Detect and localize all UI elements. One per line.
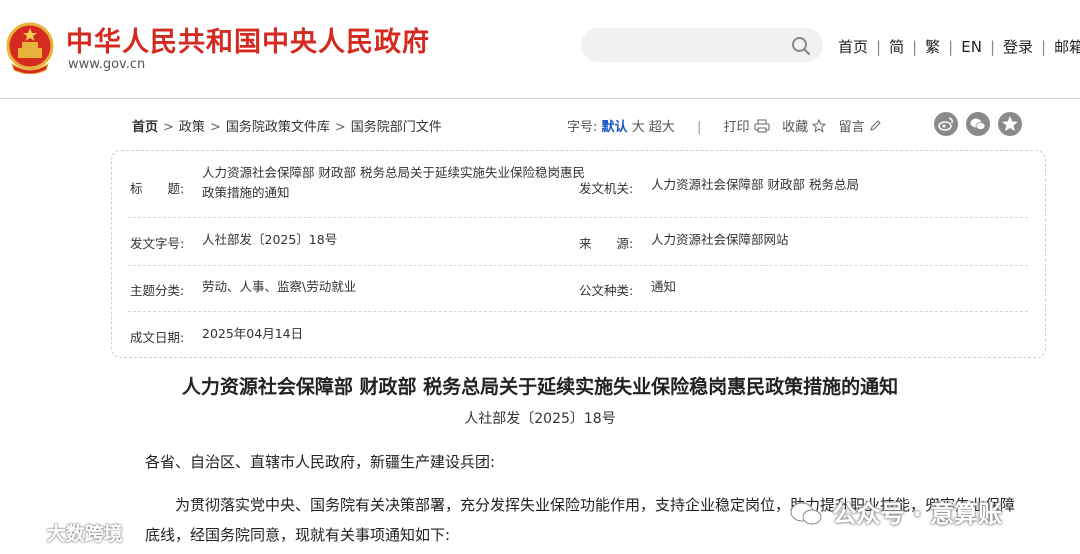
font-size-xlarge[interactable]: 超大 (649, 120, 675, 135)
article-tools: 字号: 默认 大 超大 | 打印 收藏 留言 (567, 116, 881, 135)
issuer-value: 人力资源社会保障部 财政部 税务总局 (651, 177, 859, 192)
watermark-right-text: 公众号 · 意算账 (832, 500, 1003, 528)
site-url: www.gov.cn (68, 57, 146, 72)
pencil-icon (870, 120, 881, 131)
weibo-icon[interactable] (934, 112, 958, 136)
watermark-left-text: 大数跨境 (46, 523, 123, 545)
search-input[interactable] (581, 28, 823, 62)
title-label: 标 题: (130, 181, 185, 196)
search-icon[interactable] (791, 36, 811, 56)
font-size-label: 字号: (567, 120, 598, 135)
qzone-star-icon[interactable] (998, 112, 1022, 136)
issuer-label: 发文机关: (579, 181, 634, 196)
comment-button[interactable]: 留言 (839, 120, 881, 135)
info-row-title: 标 题: 人力资源社会保障部 财政部 税务总局关于延续实施失业保险稳岗惠民政策措… (128, 159, 1028, 218)
font-size-large[interactable]: 大 (632, 120, 645, 135)
breadcrumb-separator: > (209, 120, 221, 135)
site-title[interactable]: 中华人民共和国中央人民政府 (66, 20, 430, 59)
link-mail[interactable]: 邮箱 (1054, 38, 1080, 56)
share-icons (934, 112, 1030, 136)
breadcrumb-item-policy[interactable]: 政策 (179, 120, 205, 135)
link-english[interactable]: EN (961, 38, 982, 56)
link-traditional[interactable]: 繁 (925, 38, 940, 56)
comment-label: 留言 (838, 120, 865, 135)
info-row-date: 成文日期: 2025年04月14日 (128, 311, 1028, 355)
type-label: 公文种类: (579, 283, 634, 298)
watermark-left: 大数跨境 (10, 519, 123, 546)
font-size-default[interactable]: 默认 (602, 120, 628, 135)
link-simplified[interactable]: 简 (889, 38, 904, 56)
breadcrumb-home[interactable]: 首页 (132, 120, 158, 135)
link-home[interactable]: 首页 (838, 38, 868, 56)
docno-value: 人社部发〔2025〕18号 (202, 232, 338, 247)
breadcrumb: 首页 > 政策 > 国务院政策文件库 > 国务院部门文件 (132, 116, 442, 135)
print-button[interactable]: 打印 (723, 119, 770, 135)
link-login[interactable]: 登录 (1003, 38, 1033, 56)
article-title: 人力资源社会保障部 财政部 税务总局关于延续实施失业保险稳岗惠民政策措施的通知 (181, 376, 899, 398)
site-header: 中华人民共和国中央人民政府 www.gov.cn 首页 | 简 | 繁 | EN | 登录 | 邮箱 (0, 0, 1080, 99)
favorite-label: 收藏 (782, 120, 809, 135)
wechat-icon[interactable] (966, 112, 990, 136)
article-doc-number: 人社部发〔2025〕18号 (464, 411, 616, 427)
type-value: 通知 (651, 279, 677, 294)
info-row-docno: 发文字号: 人社部发〔2025〕18号 来 源: 人力资源社会保障部网站 (128, 217, 1028, 266)
national-emblem-icon[interactable] (6, 22, 54, 74)
info-row-topic: 主题分类: 劳动、人事、监察\劳动就业 公文种类: 通知 (128, 265, 1028, 312)
docno-label: 发文字号: (130, 236, 185, 251)
favorite-button[interactable]: 收藏 (782, 118, 827, 135)
print-label: 打印 (723, 120, 750, 135)
watermark-right: 公众号 · 意算账 (788, 494, 1002, 529)
top-nav-links: 首页 | 简 | 繁 | EN | 登录 | 邮箱 (838, 36, 1080, 57)
document-info-box: 标 题: 人力资源社会保障部 财政部 税务总局关于延续实施失业保险稳岗惠民政策措… (111, 150, 1046, 358)
breadcrumb-item-library[interactable]: 国务院政策文件库 (226, 120, 330, 135)
source-label: 来 源: (579, 236, 634, 251)
wechat-watermark-icon (790, 502, 822, 525)
breadcrumb-separator: > (163, 120, 174, 135)
breadcrumb-item-department-docs[interactable]: 国务院部门文件 (351, 120, 442, 135)
topic-value: 劳动、人事、监察\劳动就业 (202, 279, 357, 294)
date-label: 成文日期: (130, 330, 185, 345)
topic-label: 主题分类: (130, 283, 185, 298)
source-value: 人力资源社会保障部网站 (651, 232, 789, 247)
article-salutation: 各省、自治区、直辖市人民政府，新疆生产建设兵团: (145, 453, 496, 471)
watermark-logo-icon (11, 526, 36, 540)
printer-icon (754, 119, 770, 133)
title-value: 人力资源社会保障部 财政部 税务总局关于延续实施失业保险稳岗惠民政策措施的通知 (202, 165, 585, 200)
date-value: 2025年04月14日 (202, 326, 304, 341)
breadcrumb-separator: > (334, 120, 346, 135)
star-icon (811, 118, 827, 133)
